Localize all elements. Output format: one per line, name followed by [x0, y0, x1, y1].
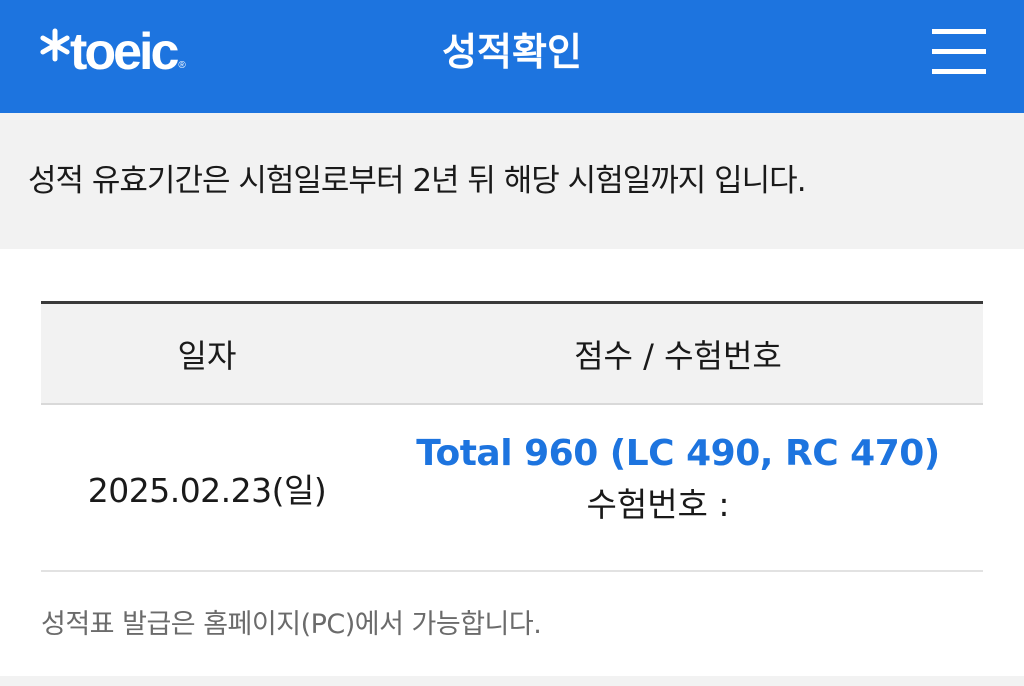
footer-note: 성적표 발급은 홈페이지(PC)에서 가능합니다.: [41, 609, 542, 640]
table-row[interactable]: 2025.02.23(일) Total 960 (LC 490, RC 470)…: [41, 405, 983, 572]
exam-number: 수험번호 :: [586, 480, 729, 530]
validity-notice-text: 성적 유효기간은 시험일로부터 2년 뒤 해당 시험일까지 입니다.: [28, 163, 807, 199]
menu-bar: [932, 29, 986, 34]
page-title: 성적확인: [442, 30, 582, 74]
score-cell: Total 960 (LC 490, RC 470) 수험번호 :: [373, 428, 983, 530]
hamburger-menu-icon[interactable]: [932, 29, 986, 75]
menu-bar: [932, 69, 986, 74]
score-table: 일자 점수 / 수험번호 2025.02.23(일) Total 960 (LC…: [41, 301, 983, 572]
app-header: toeic ® 성적확인: [0, 0, 1024, 113]
logo-text: toeic: [70, 23, 179, 81]
header-score-exam-number: 점수 / 수험번호: [574, 336, 782, 375]
menu-bar: [932, 49, 986, 54]
header-date: 일자: [177, 336, 237, 375]
table-header-row: 일자 점수 / 수험번호: [41, 301, 983, 405]
bottom-divider: [0, 676, 1024, 686]
validity-notice: 성적 유효기간은 시험일로부터 2년 뒤 해당 시험일까지 입니다.: [0, 113, 1024, 249]
toeic-logo[interactable]: toeic ®: [38, 22, 186, 82]
exam-date: 2025.02.23(일): [87, 470, 327, 510]
total-score: Total 960 (LC 490, RC 470): [416, 432, 940, 474]
asterisk-logo-icon: [40, 28, 70, 62]
exam-number-label: 수험번호 :: [586, 484, 730, 524]
registered-mark: ®: [178, 60, 186, 71]
